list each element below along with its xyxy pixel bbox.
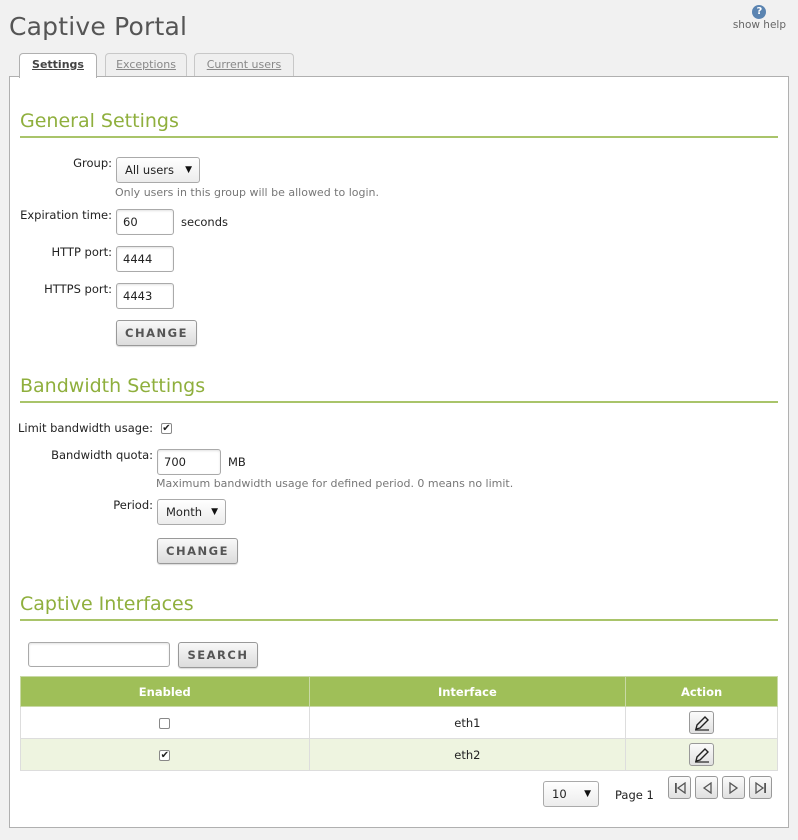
chevron-down-icon: ▼	[185, 165, 192, 175]
period-select-value: Month	[166, 505, 203, 519]
next-page-button[interactable]	[722, 776, 745, 799]
table-row: ✔ eth2	[20, 738, 778, 771]
limit-bandwidth-label: Limit bandwidth usage:	[17, 421, 153, 435]
table-row: eth1	[20, 706, 778, 739]
enabled-cell: ✔	[20, 738, 310, 771]
chevron-down-icon: ▼	[584, 789, 591, 799]
bandwidth-quota-label: Bandwidth quota:	[51, 448, 153, 462]
bandwidth-change-button[interactable]: CHANGE	[157, 538, 238, 564]
general-settings-heading: General Settings	[20, 110, 778, 138]
period-select[interactable]: Month ▼	[157, 499, 226, 525]
page-size-select[interactable]: 10 ▼	[543, 781, 599, 807]
edit-button[interactable]	[689, 743, 715, 766]
tab-exceptions[interactable]: Exceptions	[105, 53, 187, 77]
period-label: Period:	[113, 498, 153, 512]
interface-cell: eth2	[308, 738, 627, 771]
last-page-icon	[755, 782, 766, 794]
bandwidth-quota-hint: Maximum bandwidth usage for defined peri…	[156, 477, 514, 490]
tab-settings[interactable]: Settings	[19, 53, 97, 78]
group-hint: Only users in this group will be allowed…	[115, 186, 380, 199]
chevron-down-icon: ▼	[211, 507, 218, 517]
expiration-unit: seconds	[181, 215, 229, 229]
pencil-icon	[695, 748, 710, 763]
page-size-value: 10	[552, 787, 567, 801]
column-header-action[interactable]: Action	[625, 676, 778, 707]
general-change-button[interactable]: CHANGE	[116, 320, 197, 346]
pencil-icon	[695, 716, 710, 731]
bandwidth-quota-input[interactable]	[157, 449, 221, 475]
show-help-label: show help	[732, 19, 786, 31]
show-help-link[interactable]: ? show help	[733, 5, 786, 31]
column-header-enabled[interactable]: Enabled	[20, 676, 310, 707]
help-icon: ?	[752, 5, 767, 19]
limit-bandwidth-checkbox[interactable]: ✔	[161, 423, 172, 434]
expiration-input[interactable]	[116, 209, 174, 235]
action-cell	[625, 738, 778, 771]
first-page-button[interactable]	[668, 776, 691, 799]
enabled-cell	[20, 706, 310, 739]
edit-button[interactable]	[689, 711, 715, 734]
http-port-label: HTTP port:	[51, 245, 112, 259]
captive-interfaces-heading: Captive Interfaces	[20, 593, 778, 621]
tab-current-users[interactable]: Current users	[194, 53, 294, 77]
page-title: Captive Portal	[9, 12, 188, 41]
enabled-checkbox-eth2[interactable]: ✔	[159, 749, 171, 761]
search-button[interactable]: SEARCH	[178, 642, 258, 668]
group-select[interactable]: All users ▼	[116, 157, 200, 183]
previous-page-icon	[702, 782, 712, 794]
enabled-checkbox-eth1[interactable]	[159, 717, 171, 729]
https-port-label: HTTPS port:	[44, 282, 112, 296]
group-select-value: All users	[125, 163, 174, 177]
column-header-interface[interactable]: Interface	[308, 676, 627, 707]
action-cell	[625, 706, 778, 739]
interfaces-table: Enabled Interface Action eth1 ✔ eth2	[20, 676, 778, 771]
group-label: Group:	[73, 156, 112, 170]
page-indicator: Page 1	[615, 788, 654, 802]
interface-cell: eth1	[308, 706, 627, 739]
bandwidth-settings-heading: Bandwidth Settings	[20, 375, 778, 403]
bandwidth-quota-unit: MB	[228, 455, 246, 469]
first-page-icon	[675, 782, 686, 794]
checkmark-icon: ✔	[162, 423, 171, 434]
table-header-row: Enabled Interface Action	[20, 676, 778, 707]
previous-page-button[interactable]	[695, 776, 718, 799]
checkmark-icon: ✔	[160, 749, 169, 761]
http-port-input[interactable]	[116, 246, 174, 272]
https-port-input[interactable]	[116, 283, 174, 309]
last-page-button[interactable]	[749, 776, 772, 799]
expiration-label: Expiration time:	[20, 208, 112, 222]
settings-panel: General Settings Group: All users ▼ Only…	[9, 76, 789, 828]
next-page-icon	[729, 782, 739, 794]
search-input[interactable]	[28, 642, 170, 667]
